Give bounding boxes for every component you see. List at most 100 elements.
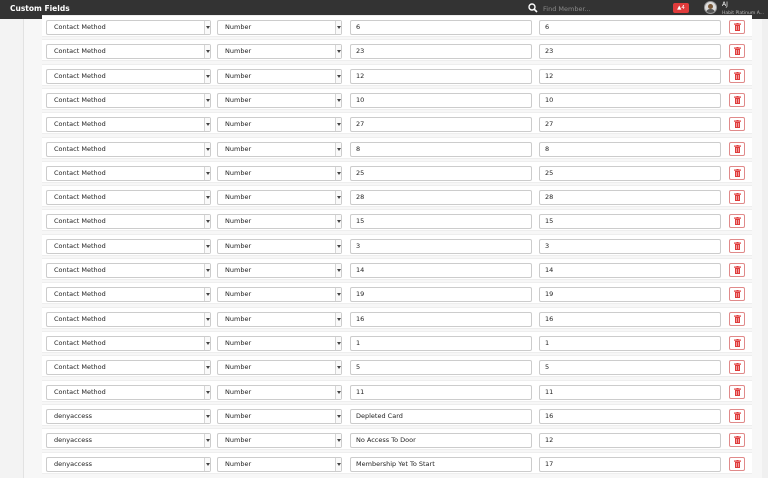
- scrollbar[interactable]: [762, 19, 768, 478]
- chevron-down-icon[interactable]: [204, 191, 210, 205]
- chevron-down-icon[interactable]: [335, 409, 341, 423]
- delete-row-button[interactable]: [729, 92, 745, 107]
- chevron-down-icon[interactable]: [335, 142, 341, 156]
- field-value-input[interactable]: 11: [539, 384, 721, 400]
- field-type-select[interactable]: Number: [217, 263, 342, 278]
- chevron-down-icon[interactable]: [335, 215, 341, 229]
- field-value-input[interactable]: 17: [539, 457, 721, 473]
- field-value-input[interactable]: 16: [539, 408, 721, 424]
- chevron-down-icon[interactable]: [204, 264, 210, 277]
- field-method-select[interactable]: Contact Method: [46, 360, 211, 376]
- field-label-input[interactable]: 15: [350, 214, 532, 230]
- field-label-input[interactable]: 12: [350, 68, 532, 84]
- chevron-down-icon[interactable]: [204, 118, 210, 132]
- chevron-down-icon[interactable]: [335, 166, 341, 180]
- field-label-input[interactable]: 25: [350, 165, 532, 181]
- field-method-select[interactable]: Contact Method: [46, 214, 211, 230]
- delete-row-button[interactable]: [729, 311, 745, 326]
- field-value-input[interactable]: 3: [539, 238, 721, 254]
- field-method-select[interactable]: Contact Method: [46, 190, 211, 206]
- field-method-select[interactable]: Contact Method: [46, 238, 211, 254]
- field-method-select[interactable]: Contact Method: [46, 335, 211, 351]
- chevron-down-icon[interactable]: [204, 434, 210, 448]
- field-label-input[interactable]: 19: [350, 287, 532, 303]
- field-method-select[interactable]: denyaccess: [46, 408, 211, 424]
- chevron-down-icon[interactable]: [335, 45, 341, 59]
- delete-row-button[interactable]: [729, 335, 745, 350]
- field-value-input[interactable]: 19: [539, 287, 721, 303]
- chevron-down-icon[interactable]: [204, 45, 210, 59]
- field-method-select[interactable]: Contact Method: [46, 44, 211, 60]
- chevron-down-icon[interactable]: [204, 312, 210, 326]
- field-value-input[interactable]: 8: [539, 141, 721, 157]
- delete-row-button[interactable]: [729, 141, 745, 156]
- delete-row-button[interactable]: [729, 433, 745, 448]
- field-label-input[interactable]: 11: [350, 384, 532, 400]
- chevron-down-icon[interactable]: [204, 21, 210, 34]
- field-label-input[interactable]: Membership Yet To Start: [350, 457, 532, 473]
- delete-row-button[interactable]: [729, 384, 745, 399]
- delete-row-button[interactable]: [729, 287, 745, 302]
- field-value-input[interactable]: 12: [539, 433, 721, 449]
- field-method-select[interactable]: Contact Method: [46, 287, 211, 303]
- field-type-select[interactable]: Number: [217, 360, 342, 376]
- delete-row-button[interactable]: [729, 360, 745, 375]
- field-type-select[interactable]: Number: [217, 20, 342, 35]
- field-method-select[interactable]: Contact Method: [46, 165, 211, 181]
- delete-row-button[interactable]: [729, 68, 745, 83]
- alert-badge[interactable]: ▲4: [673, 3, 689, 13]
- chevron-down-icon[interactable]: [335, 336, 341, 350]
- chevron-down-icon[interactable]: [204, 336, 210, 350]
- field-value-input[interactable]: 10: [539, 92, 721, 108]
- field-method-select[interactable]: Contact Method: [46, 311, 211, 327]
- delete-row-button[interactable]: [729, 117, 745, 132]
- field-label-input[interactable]: Depleted Card: [350, 408, 532, 424]
- field-label-input[interactable]: 28: [350, 190, 532, 206]
- chevron-down-icon[interactable]: [204, 215, 210, 229]
- delete-row-button[interactable]: [729, 190, 745, 205]
- chevron-down-icon[interactable]: [335, 458, 341, 472]
- field-method-select[interactable]: Contact Method: [46, 117, 211, 133]
- chevron-down-icon[interactable]: [335, 312, 341, 326]
- user-initials[interactable]: AJ: [722, 1, 728, 8]
- find-member-input[interactable]: [543, 3, 653, 15]
- field-type-select[interactable]: Number: [217, 433, 342, 449]
- field-value-input[interactable]: 1: [539, 335, 721, 351]
- chevron-down-icon[interactable]: [335, 118, 341, 132]
- chevron-down-icon[interactable]: [204, 142, 210, 156]
- field-value-input[interactable]: 16: [539, 311, 721, 327]
- chevron-down-icon[interactable]: [204, 458, 210, 472]
- field-type-select[interactable]: Number: [217, 165, 342, 181]
- field-method-select[interactable]: Contact Method: [46, 92, 211, 108]
- field-value-input[interactable]: 14: [539, 263, 721, 278]
- delete-row-button[interactable]: [729, 263, 745, 277]
- delete-row-button[interactable]: [729, 165, 745, 180]
- field-label-input[interactable]: 10: [350, 92, 532, 108]
- field-value-input[interactable]: 6: [539, 20, 721, 35]
- chevron-down-icon[interactable]: [204, 288, 210, 302]
- field-label-input[interactable]: 23: [350, 44, 532, 60]
- field-value-input[interactable]: 28: [539, 190, 721, 206]
- field-method-select[interactable]: Contact Method: [46, 20, 211, 35]
- field-type-select[interactable]: Number: [217, 335, 342, 351]
- field-label-input[interactable]: 6: [350, 20, 532, 35]
- field-method-select[interactable]: Contact Method: [46, 141, 211, 157]
- field-method-select[interactable]: Contact Method: [46, 263, 211, 278]
- field-label-input[interactable]: 16: [350, 311, 532, 327]
- field-type-select[interactable]: Number: [217, 457, 342, 473]
- field-label-input[interactable]: 3: [350, 238, 532, 254]
- field-value-input[interactable]: 5: [539, 360, 721, 376]
- field-label-input[interactable]: No Access To Door: [350, 433, 532, 449]
- chevron-down-icon[interactable]: [335, 93, 341, 107]
- field-label-input[interactable]: 5: [350, 360, 532, 376]
- field-type-select[interactable]: Number: [217, 44, 342, 60]
- chevron-down-icon[interactable]: [335, 239, 341, 253]
- field-method-select[interactable]: denyaccess: [46, 433, 211, 449]
- field-type-select[interactable]: Number: [217, 311, 342, 327]
- chevron-down-icon[interactable]: [204, 166, 210, 180]
- chevron-down-icon[interactable]: [204, 361, 210, 375]
- chevron-down-icon[interactable]: [204, 409, 210, 423]
- delete-row-button[interactable]: [729, 214, 745, 229]
- delete-row-button[interactable]: [729, 408, 745, 423]
- field-label-input[interactable]: 1: [350, 335, 532, 351]
